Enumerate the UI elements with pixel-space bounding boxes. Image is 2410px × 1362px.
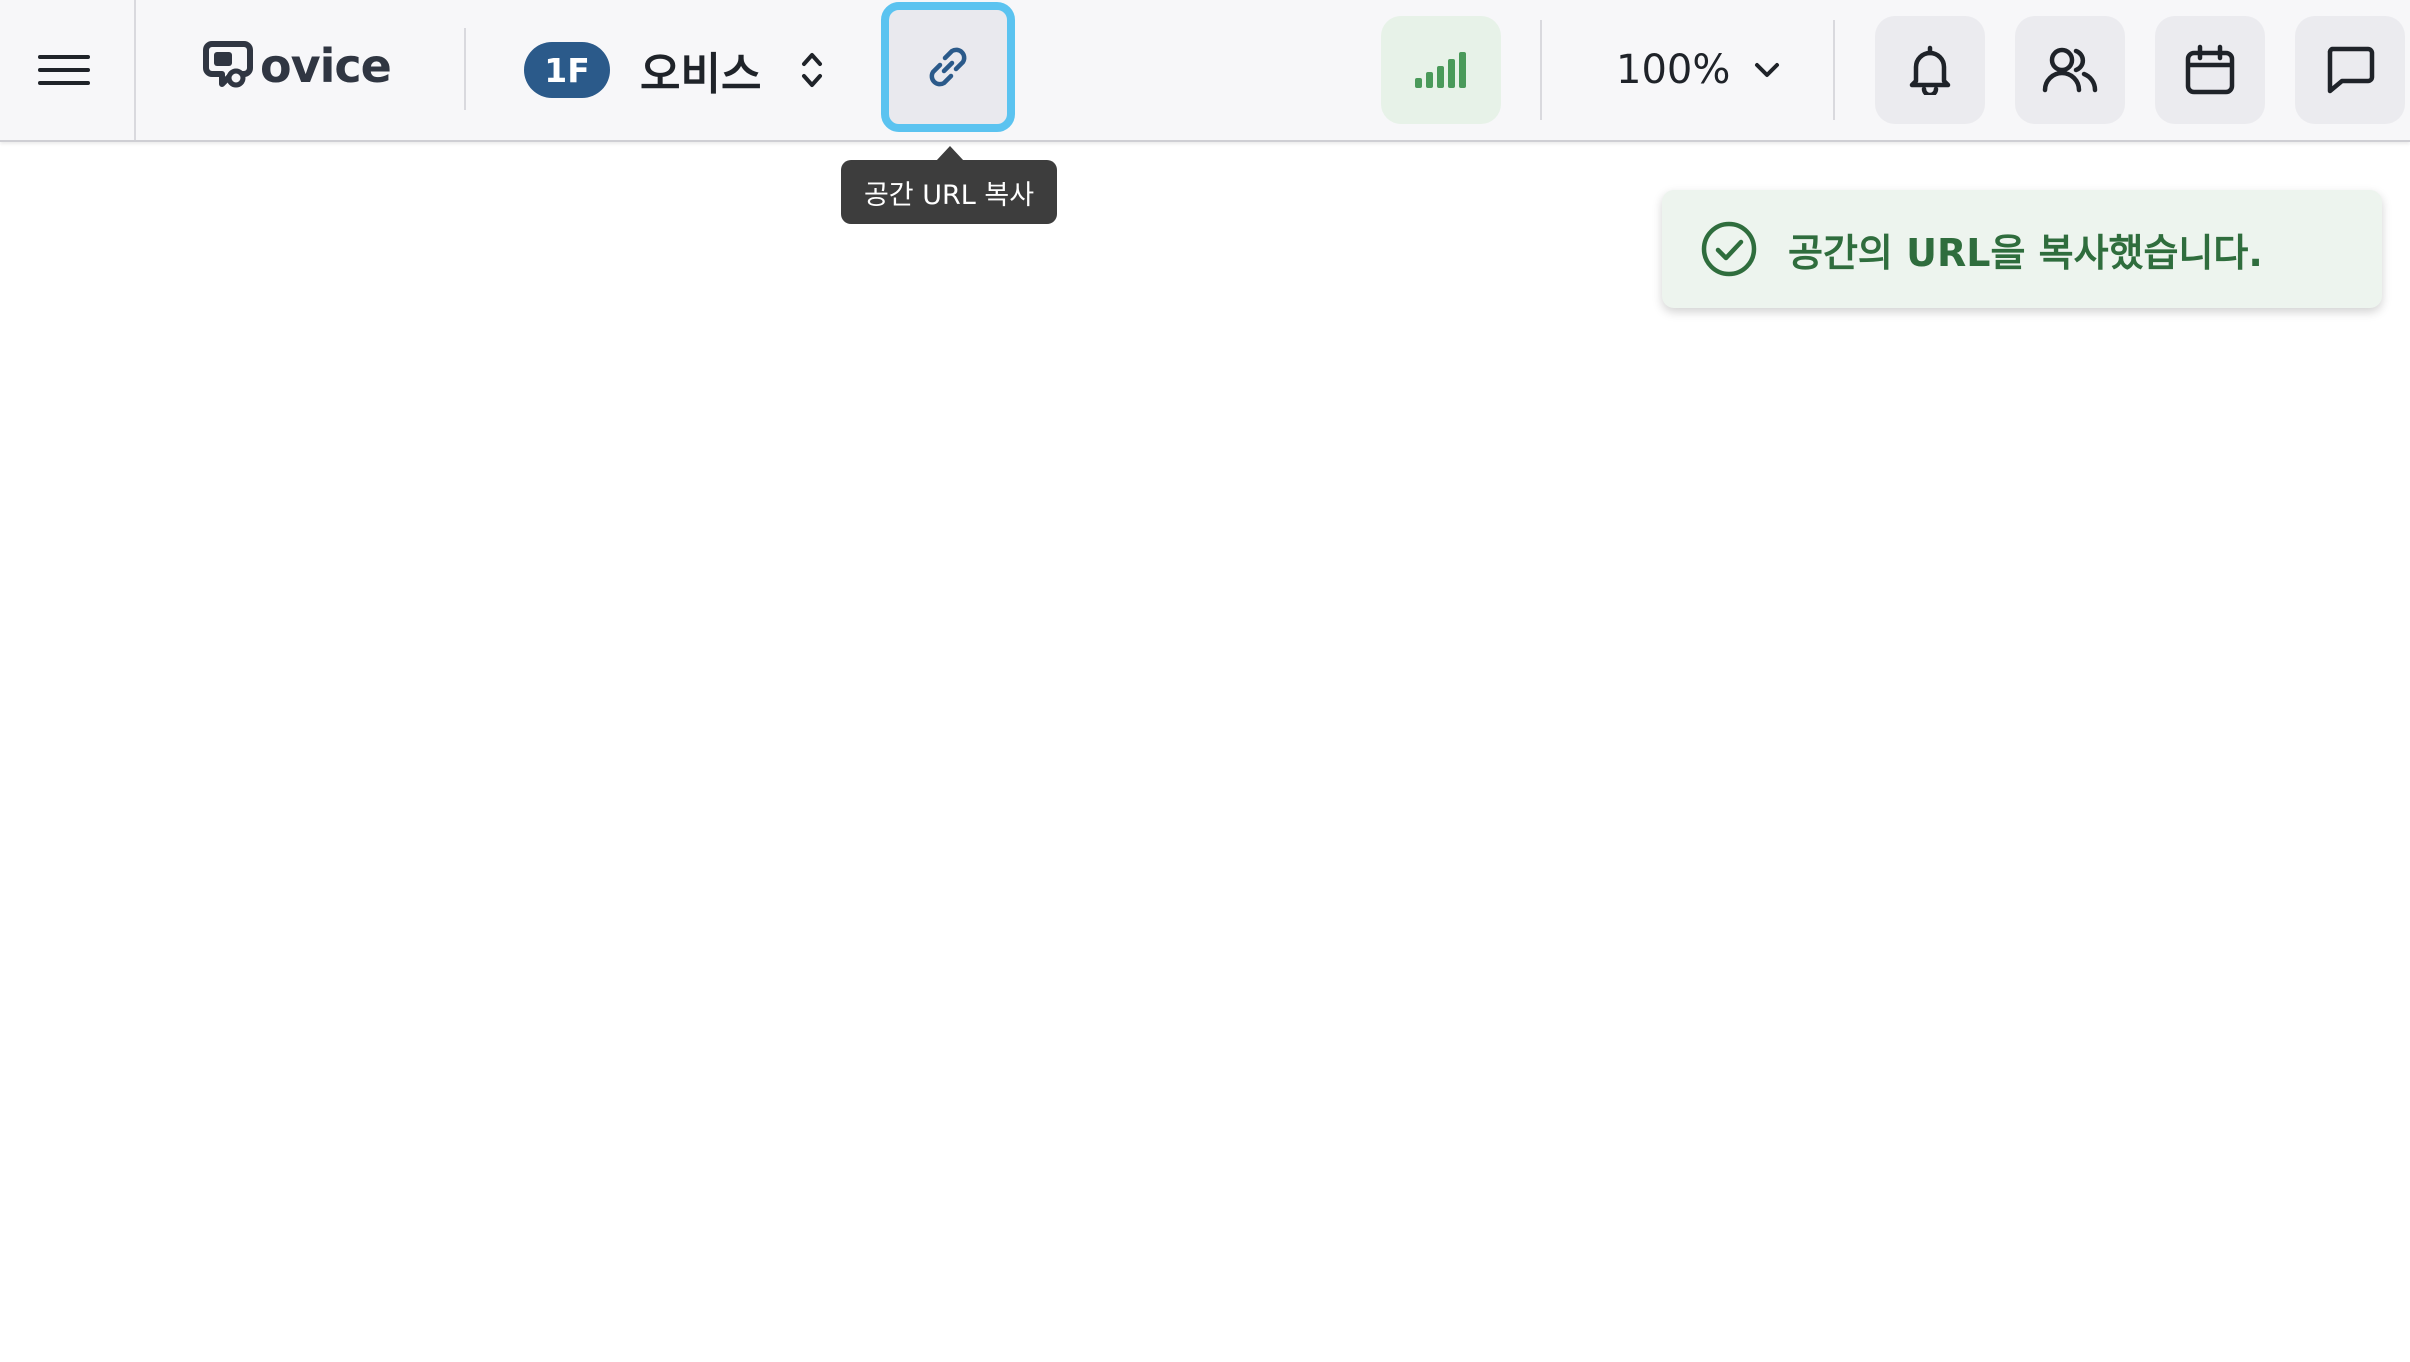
copy-space-url-button[interactable] (881, 2, 1015, 132)
ovice-logo: ovice (202, 36, 392, 96)
success-toast: 공간의 URL을 복사했습니다. (1662, 190, 2382, 308)
divider (134, 0, 136, 140)
toast-message: 공간의 URL을 복사했습니다. (1788, 230, 2263, 275)
check-circle-icon (1701, 221, 1757, 277)
signal-bars-icon (1415, 52, 1466, 88)
chevron-up-down-icon (801, 50, 823, 90)
menu-button[interactable] (28, 38, 100, 102)
chat-button[interactable] (2295, 16, 2405, 124)
bell-icon (1909, 45, 1951, 95)
members-button[interactable] (2015, 16, 2125, 124)
zoom-select[interactable]: 100% (1616, 38, 1780, 102)
chat-icon (2327, 46, 2375, 94)
calendar-button[interactable] (2155, 16, 2265, 124)
copy-url-tooltip: 공간 URL 복사 (841, 160, 1057, 224)
tooltip-arrow (936, 146, 964, 161)
logo-text: ovice (260, 39, 392, 93)
divider (1540, 20, 1542, 120)
users-icon (2042, 47, 2098, 93)
notifications-button[interactable] (1875, 16, 1985, 124)
calendar-icon (2185, 44, 2235, 95)
divider (1833, 20, 1835, 120)
floor-name: 오비스 (640, 49, 762, 100)
hamburger-icon (38, 55, 90, 85)
top-toolbar: ovice 1F 오비스 100% (0, 0, 2410, 142)
floor-switcher[interactable]: 1F 오비스 (524, 34, 823, 106)
link-icon (929, 47, 967, 87)
ovice-logo-icon (203, 41, 253, 88)
chevron-down-icon (1754, 62, 1780, 78)
network-status-button[interactable] (1381, 16, 1501, 124)
floor-badge: 1F (524, 42, 610, 98)
divider (464, 28, 466, 110)
zoom-value: 100% (1616, 47, 1731, 93)
